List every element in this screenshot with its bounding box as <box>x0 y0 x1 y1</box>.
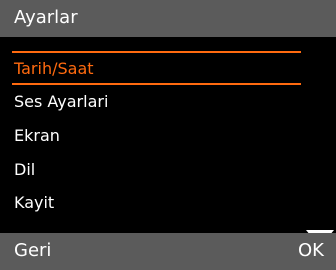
screen-title: Ayarlar <box>14 7 78 28</box>
menu-item-language[interactable]: Dil <box>0 153 336 187</box>
ok-softkey[interactable]: OK <box>298 239 324 263</box>
menu-item-label: Tarih/Saat <box>14 59 94 78</box>
menu-item-display[interactable]: Ekran <box>0 119 336 153</box>
settings-menu: Tarih/Saat Ses Ayarlari Ekran Dil Kayit <box>0 37 336 233</box>
menu-item-label: Ekran <box>14 126 60 145</box>
menu-item-label: Ses Ayarlari <box>14 92 109 111</box>
menu-item-label: Dil <box>14 160 36 179</box>
menu-item-date-time[interactable]: Tarih/Saat <box>0 52 336 86</box>
softkey-bar: Geri OK <box>0 233 336 270</box>
menu-item-sound-settings[interactable]: Ses Ayarlari <box>0 85 336 119</box>
menu-item-label: Kayit <box>14 193 55 212</box>
settings-screen: Ayarlar Tarih/Saat Ses Ayarlari Ekran Di… <box>0 0 336 270</box>
menu-item-registration[interactable]: Kayit <box>0 186 336 220</box>
title-bar: Ayarlar <box>0 0 336 37</box>
back-softkey[interactable]: Geri <box>14 239 51 263</box>
